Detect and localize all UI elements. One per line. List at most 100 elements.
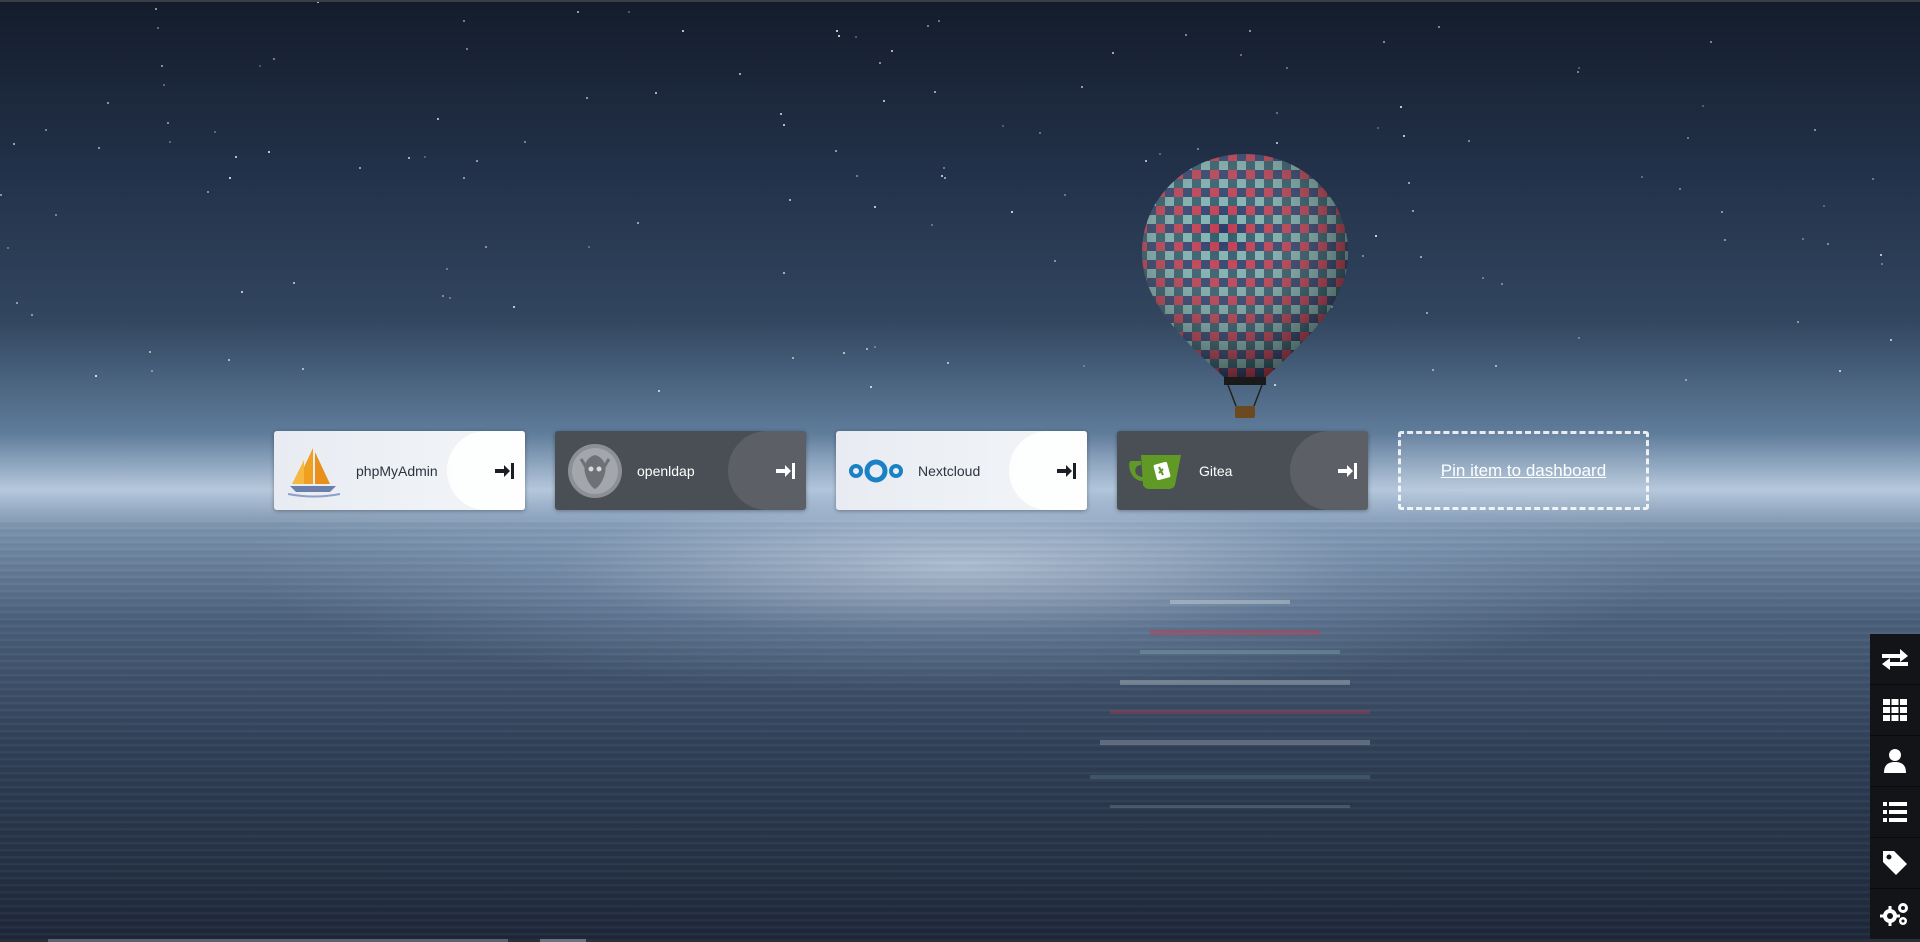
star [1802,238,1804,240]
star [1064,194,1066,196]
star [235,156,237,158]
star [780,113,782,115]
star [1412,210,1414,212]
star [934,91,936,93]
star [836,30,838,32]
star [1578,67,1580,69]
sign-in-icon [776,462,795,479]
pin-item-link[interactable]: Pin item to dashboard [1441,461,1606,481]
star [268,151,270,153]
star [1240,54,1242,56]
star [879,62,881,64]
star [1687,137,1689,139]
star [855,36,857,38]
star [1383,41,1385,43]
star [273,58,275,60]
star [577,11,579,13]
star [7,247,9,249]
star [1641,176,1643,178]
star [1814,129,1816,131]
star [588,246,590,248]
star [1881,263,1883,265]
star [95,375,97,377]
star [637,222,639,224]
star [1827,243,1829,245]
star [1112,52,1114,54]
tile-nextcloud[interactable]: Nextcloud [836,431,1087,510]
right-sidebar [1870,634,1920,940]
tile-gitea[interactable]: Gitea [1117,431,1368,510]
star [169,141,171,143]
star [45,129,47,131]
star [151,370,153,372]
star [789,199,791,201]
star [1083,365,1085,367]
gitea-teacup-icon [1129,443,1185,499]
star [835,150,837,152]
star [214,131,216,133]
star [16,302,18,304]
star [1276,142,1278,144]
star [1039,132,1041,134]
star [1438,26,1440,28]
grid-icon [1883,699,1907,721]
star [449,297,451,299]
star [157,27,159,29]
star [1197,148,1199,150]
star [1702,105,1704,107]
star [938,20,940,22]
gears-icon [1880,903,1908,926]
star [241,291,243,293]
star [1823,205,1825,207]
star [228,359,230,361]
sidebar-item-switch[interactable] [1870,634,1920,685]
star [1002,125,1004,127]
switch-arrows-icon [1882,649,1908,670]
star [1286,67,1288,69]
tile-phpmyadmin[interactable]: phpMyAdmin [274,431,525,510]
star [1377,127,1379,129]
star [1011,211,1013,213]
star [682,30,684,32]
star [891,50,893,52]
star [1375,235,1377,237]
star [1400,106,1402,108]
star [463,20,465,22]
star [155,8,157,10]
sidebar-item-dashboard[interactable] [1870,685,1920,736]
user-icon [1884,749,1906,773]
star [408,157,410,159]
nextcloud-icon [848,443,904,499]
open-app-button[interactable] [728,431,806,510]
star [843,352,845,354]
star [437,118,439,120]
pin-item-placeholder[interactable]: Pin item to dashboard [1398,431,1649,510]
star [1685,379,1687,381]
star [783,124,785,126]
tile-openldap[interactable]: openldap [555,431,806,510]
star [259,65,261,67]
sidebar-item-tags[interactable] [1870,838,1920,889]
star [739,73,741,75]
star [1577,71,1579,73]
open-app-button[interactable] [1290,431,1368,510]
star [1432,369,1434,371]
sidebar-item-settings[interactable] [1870,889,1920,940]
star [1797,321,1799,323]
star [207,191,209,193]
sidebar-item-users[interactable] [1870,736,1920,787]
star [1408,182,1410,184]
star [1362,255,1364,257]
star [424,156,426,158]
open-app-button[interactable] [1009,431,1087,510]
star [31,314,33,316]
star [55,214,57,216]
star [783,272,785,274]
open-app-button[interactable] [447,431,525,510]
star [1721,211,1723,213]
sidebar-item-list[interactable] [1870,787,1920,838]
star [466,48,468,50]
star [359,167,361,169]
star [870,386,872,388]
star [1185,34,1187,36]
